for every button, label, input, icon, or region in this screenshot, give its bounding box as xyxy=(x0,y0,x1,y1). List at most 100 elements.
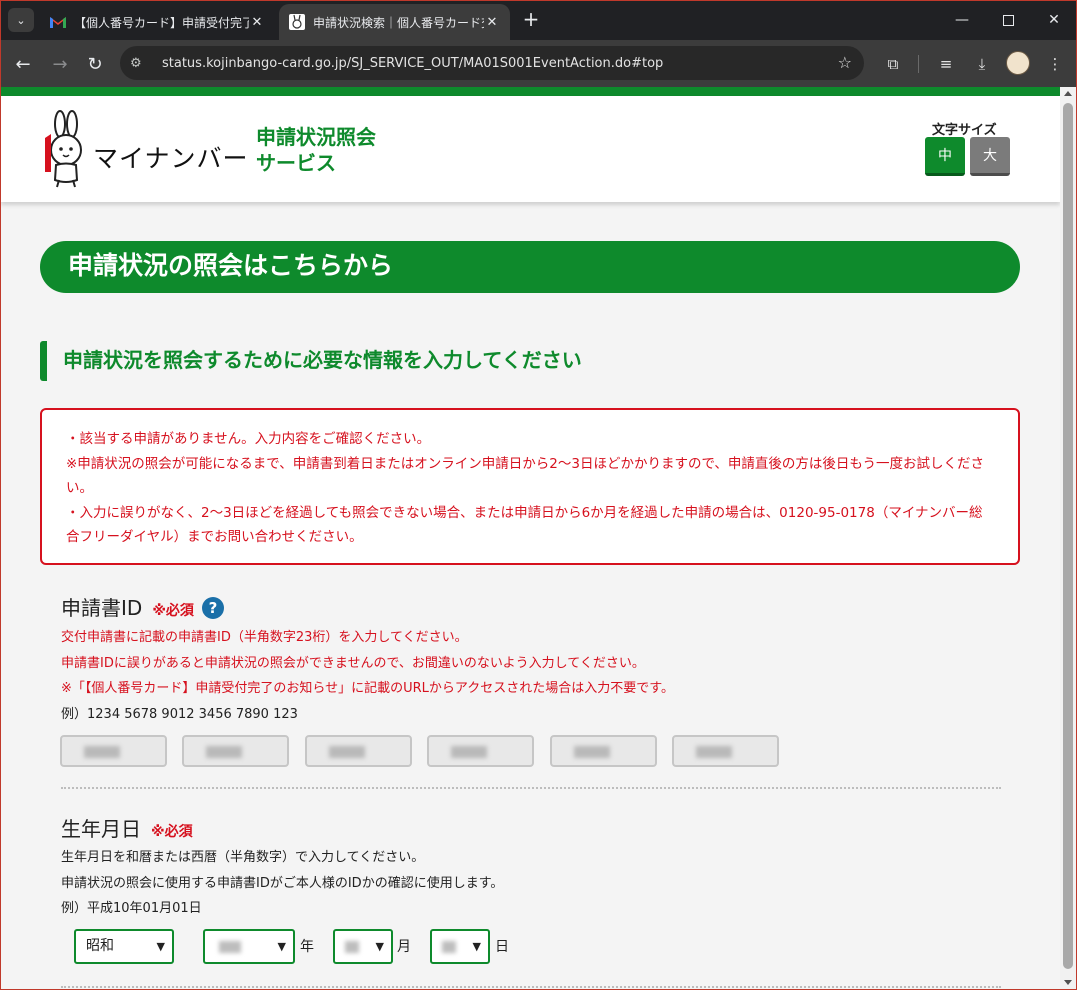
downloads-button[interactable]: ⤓ xyxy=(968,50,996,78)
note-line: ※「【個人番号カード】申請受付完了のお知らせ」に記載のURLからアクセスされた場… xyxy=(61,681,674,696)
scroll-up-icon[interactable] xyxy=(1064,91,1072,96)
browser-tab-status[interactable]: 申請状況検索｜個人番号カード交 ✕ xyxy=(279,4,510,40)
web-page: マイナンバー 申請状況照会 サービス 文字サイズ 中 大 申請状況の照会はこちら… xyxy=(1,87,1060,989)
required-badge: ※必須 xyxy=(151,823,193,840)
masked-value xyxy=(696,746,732,758)
masked-value xyxy=(329,746,365,758)
masked-value xyxy=(345,941,359,953)
masked-value xyxy=(451,746,487,758)
tab-search-button[interactable]: ⌄ xyxy=(8,8,34,32)
browser-toolbar: ← → ↻ ⚙ status.kojinbango-card.go.jp/SJ_… xyxy=(0,40,1077,87)
maximize-button[interactable] xyxy=(985,0,1031,40)
extensions-button[interactable]: ⧉ xyxy=(879,50,907,78)
application-id-input-2[interactable] xyxy=(182,735,289,767)
back-button[interactable]: ← xyxy=(9,50,37,78)
tab-title: 【個人番号カード】申請受付完了の xyxy=(74,15,249,30)
scroll-down-icon[interactable] xyxy=(1064,980,1072,985)
era-selected-value: 昭和 xyxy=(86,938,114,954)
year-select[interactable]: ▼ xyxy=(203,929,295,964)
section-divider xyxy=(61,986,1001,988)
reload-button[interactable]: ↻ xyxy=(81,50,109,78)
masked-value xyxy=(84,746,120,758)
browser-tab-gmail[interactable]: 【個人番号カード】申請受付完了の ✕ xyxy=(40,4,275,40)
service-name-line2: サービス xyxy=(256,151,336,175)
font-size-label: 文字サイズ xyxy=(932,123,997,138)
birth-date-title: 生年月日 ※必須 xyxy=(61,813,193,842)
url-text: status.kojinbango-card.go.jp/SJ_SERVICE_… xyxy=(162,55,664,71)
chevron-down-icon: ⌄ xyxy=(16,13,26,27)
font-size-medium-button[interactable]: 中 xyxy=(925,137,965,176)
error-message: ・入力に誤りがなく、2～3日ほどを経過しても照会できない場合、または申請日から6… xyxy=(66,504,983,546)
minimize-button[interactable]: — xyxy=(939,0,985,40)
field-label: 生年月日 xyxy=(61,817,141,841)
chevron-down-icon: ▼ xyxy=(156,940,165,953)
application-id-input-5[interactable] xyxy=(550,735,657,767)
address-bar[interactable]: ⚙ status.kojinbango-card.go.jp/SJ_SERVIC… xyxy=(120,46,864,80)
bookmark-star-icon[interactable]: ☆ xyxy=(838,53,852,72)
toolbar-divider xyxy=(918,55,919,73)
application-id-title: 申請書ID ※必須? xyxy=(61,592,224,621)
arrow-left-icon: ← xyxy=(15,53,31,75)
error-message-box: ・該当する申請がありません。入力内容をご確認ください。 ※申請状況の照会が可能に… xyxy=(40,408,1020,565)
page-scrollbar[interactable] xyxy=(1060,87,1076,989)
forward-button[interactable]: → xyxy=(46,50,74,78)
close-icon: ✕ xyxy=(1048,12,1060,28)
note-line: 申請書IDに誤りがあると申請状況の照会ができませんので、お間違いのないよう入力し… xyxy=(61,655,645,671)
reload-icon: ↻ xyxy=(87,53,103,75)
era-select[interactable]: 昭和 ▼ xyxy=(74,929,174,964)
day-unit: 日 xyxy=(495,939,509,955)
tab-title: 申請状況検索｜個人番号カード交 xyxy=(313,15,484,30)
day-select[interactable]: ▼ xyxy=(430,929,490,964)
window-close-button[interactable]: ✕ xyxy=(1031,0,1077,40)
application-id-input-6[interactable] xyxy=(672,735,779,767)
error-message: ・該当する申請がありません。入力内容をご確認ください。 xyxy=(66,431,431,447)
arrow-right-icon: → xyxy=(52,53,68,75)
field-label: 申請書ID xyxy=(61,596,143,620)
example-text: 例）1234 5678 9012 3456 7890 123 xyxy=(61,706,298,722)
year-unit: 年 xyxy=(300,939,314,955)
error-message: ※申請状況の照会が可能になるまで、申請書到着日またはオンライン申請日から2～3日… xyxy=(66,455,985,497)
application-id-input-3[interactable] xyxy=(305,735,412,767)
chevron-down-icon: ▼ xyxy=(277,940,286,953)
application-id-input-4[interactable] xyxy=(427,735,534,767)
service-name-line1: 申請状況照会 xyxy=(256,125,376,149)
close-icon[interactable]: ✕ xyxy=(249,15,265,30)
help-icon[interactable]: ? xyxy=(201,597,224,619)
site-header: マイナンバー 申請状況照会 サービス 文字サイズ 中 大 xyxy=(1,96,1060,202)
puzzle-icon: ⧉ xyxy=(887,55,899,73)
note-line: 申請状況の照会に使用する申請書IDがご本人様のIDかの確認に使用します。 xyxy=(61,875,504,891)
chevron-down-icon: ▼ xyxy=(472,940,481,953)
service-name[interactable]: 申請状況照会 サービス xyxy=(256,124,376,176)
hero-title: 申請状況の照会はこちらから xyxy=(40,241,1020,293)
top-accent-bar xyxy=(1,87,1060,96)
site-settings-icon[interactable]: ⚙ xyxy=(130,56,150,71)
chevron-down-icon: ▼ xyxy=(375,940,384,953)
mynumber-mascot-logo xyxy=(45,110,82,188)
more-vert-icon: ⋮ xyxy=(1047,55,1063,73)
masked-value xyxy=(219,941,241,953)
application-id-input-1[interactable] xyxy=(60,735,167,767)
download-icon: ⤓ xyxy=(978,55,986,73)
month-unit: 月 xyxy=(397,939,411,955)
font-size-large-button[interactable]: 大 xyxy=(970,137,1010,176)
media-controls-button[interactable]: ≡ xyxy=(932,50,960,78)
birth-date-notes: 生年月日を和暦または西暦（半角数字）で入力してください。 申請状況の照会に使用す… xyxy=(61,845,503,922)
profile-avatar[interactable] xyxy=(1006,51,1030,75)
required-badge: ※必須 xyxy=(152,602,194,619)
browser-tab-bar: ⌄ 【個人番号カード】申請受付完了の ✕ 申請状況検索｜個人番号カード交 ✕ +… xyxy=(0,0,1077,40)
logo-text: マイナンバー xyxy=(93,144,249,173)
browser-menu-button[interactable]: ⋮ xyxy=(1041,50,1069,78)
note-line: 交付申請書に記載の申請書ID（半角数字23桁）を入力してください。 xyxy=(61,630,468,645)
application-id-notes: 交付申請書に記載の申請書ID（半角数字23桁）を入力してください。 申請書IDに… xyxy=(61,625,674,727)
note-line: 生年月日を和暦または西暦（半角数字）で入力してください。 xyxy=(61,850,425,865)
masked-value xyxy=(206,746,242,758)
scrollbar-thumb[interactable] xyxy=(1063,103,1073,969)
close-icon[interactable]: ✕ xyxy=(484,15,500,30)
new-tab-button[interactable]: + xyxy=(518,8,544,32)
masked-value xyxy=(442,941,456,953)
maximize-icon xyxy=(1002,14,1014,26)
section-title: 申請状況を照会するために必要な情報を入力してください xyxy=(40,341,582,381)
month-select[interactable]: ▼ xyxy=(333,929,393,964)
gmail-icon xyxy=(50,14,66,30)
playlist-icon: ≡ xyxy=(939,55,953,73)
